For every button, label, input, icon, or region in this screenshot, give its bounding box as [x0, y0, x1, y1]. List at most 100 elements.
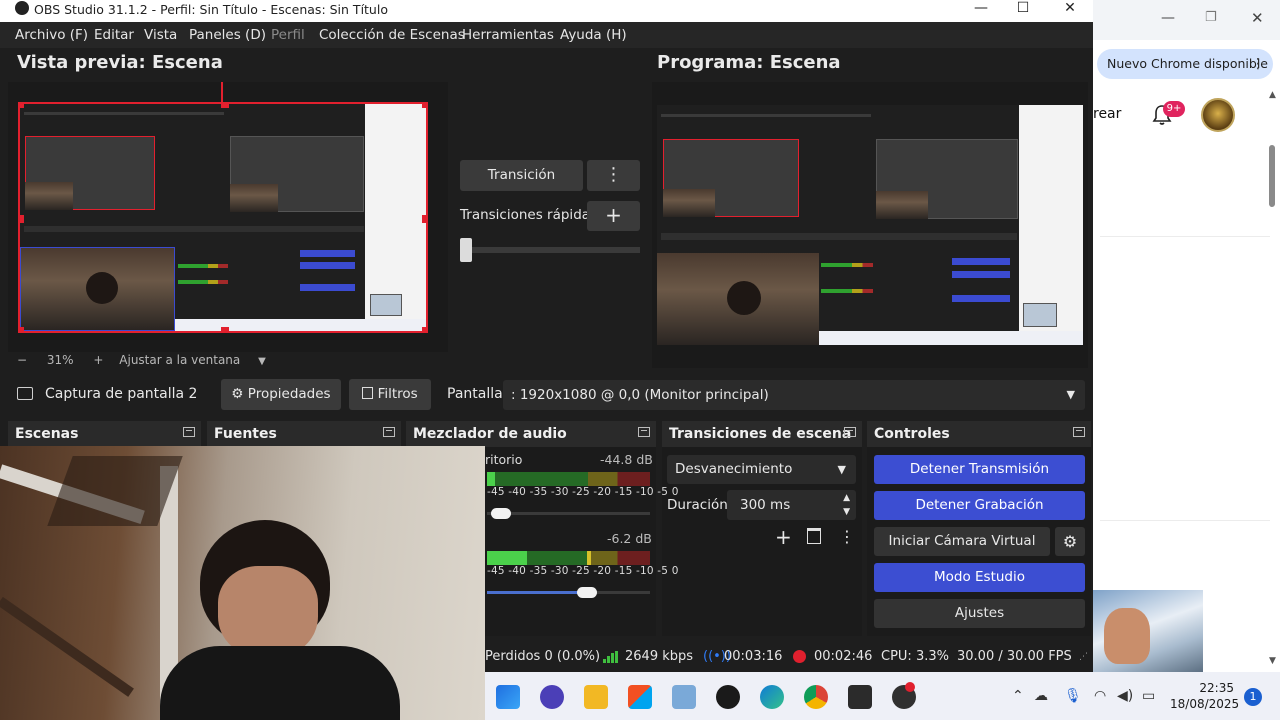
- volume-slider-knob[interactable]: [491, 508, 512, 519]
- edge-icon[interactable]: [760, 685, 784, 709]
- audio-peak-hold: [587, 551, 591, 565]
- cloud-icon[interactable]: ☁: [1034, 688, 1048, 704]
- chrome-create-button[interactable]: rear: [1093, 106, 1121, 122]
- avatar[interactable]: [1201, 98, 1235, 132]
- zoom-in-button[interactable]: +: [93, 353, 103, 367]
- start-virtual-camera-button[interactable]: Iniciar Cámara Virtual: [874, 527, 1050, 556]
- capcut-icon[interactable]: [848, 685, 872, 709]
- resize-handle[interactable]: [221, 327, 229, 331]
- resize-grip-icon[interactable]: ⋰: [1079, 652, 1088, 662]
- app-icon[interactable]: [672, 685, 696, 709]
- menu-editar[interactable]: Editar: [94, 27, 134, 43]
- resize-handle[interactable]: [20, 327, 24, 331]
- resize-handle[interactable]: [422, 215, 426, 223]
- chat-app-icon[interactable]: [540, 685, 564, 709]
- chrome-more-icon[interactable]: ⋮: [1251, 49, 1265, 79]
- menu-paneles[interactable]: Paneles (D): [189, 27, 266, 43]
- dock-header: Mezclador de audio: [406, 421, 656, 447]
- volume-slider-knob[interactable]: [577, 587, 598, 598]
- chrome-scroll-thumb[interactable]: [1269, 145, 1275, 207]
- transition-button[interactable]: Transición: [460, 160, 583, 191]
- settings-button[interactable]: Ajustes: [874, 599, 1085, 628]
- transition-type-select[interactable]: Desvanecimiento ▼: [667, 455, 856, 484]
- resize-handle[interactable]: [221, 104, 229, 108]
- chrome-icon[interactable]: [804, 685, 828, 709]
- transition-more-icon[interactable]: ⋮: [587, 160, 640, 191]
- undock-icon[interactable]: [638, 427, 650, 437]
- menu-herramientas[interactable]: Herramientas: [462, 27, 554, 43]
- undock-icon[interactable]: [1073, 427, 1085, 437]
- resize-handle[interactable]: [20, 104, 24, 108]
- person-face: [218, 566, 318, 658]
- minimize-button[interactable]: —: [958, 0, 1004, 20]
- close-button[interactable]: ✕: [1047, 0, 1093, 20]
- preview-canvas[interactable]: [18, 102, 428, 333]
- maximize-button[interactable]: ☐: [1000, 0, 1046, 20]
- mini-menu: [24, 112, 224, 115]
- more-options-icon[interactable]: ⋮: [839, 527, 855, 546]
- signal-icon: [603, 651, 619, 663]
- chrome-titlebar: — ❐ ✕: [1093, 0, 1280, 40]
- filters-button[interactable]: Filtros: [349, 379, 431, 410]
- undock-icon[interactable]: [383, 427, 395, 437]
- zoom-out-button[interactable]: −: [17, 353, 27, 367]
- menu-coleccion-escenas[interactable]: Colección de Escenas: [319, 27, 465, 43]
- virtual-camera-settings-gear-icon[interactable]: ⚙: [1055, 527, 1085, 556]
- chrome-restore-icon[interactable]: ❐: [1205, 10, 1217, 25]
- add-transition-icon[interactable]: +: [775, 525, 792, 549]
- studio-mode-button[interactable]: Modo Estudio: [874, 563, 1085, 592]
- duration-spinbox[interactable]: 300 ms ▲ ▼: [727, 490, 856, 520]
- windows-start-icon[interactable]: [496, 685, 520, 709]
- chrome-minimize-icon[interactable]: —: [1161, 10, 1175, 26]
- undock-icon[interactable]: [183, 427, 195, 437]
- wifi-icon[interactable]: ◠: [1094, 688, 1106, 704]
- resize-handle[interactable]: [422, 104, 426, 108]
- chevron-down-icon[interactable]: ▼: [258, 356, 266, 367]
- xbox-icon[interactable]: [716, 685, 740, 709]
- menu-ayuda[interactable]: Ayuda (H): [560, 27, 627, 43]
- audio-mixer-dock-title: Mezclador de audio: [413, 426, 567, 442]
- chevron-down-icon[interactable]: ▼: [843, 497, 850, 527]
- dock-header: Transiciones de escena: [662, 421, 862, 447]
- fit-to-window[interactable]: Ajustar a la ventana: [119, 353, 240, 367]
- obs-logo-icon: [15, 1, 29, 15]
- mini-button: [300, 262, 355, 269]
- microphone-icon[interactable]: 🎙: [1064, 688, 1082, 704]
- clock-time[interactable]: 22:35: [1196, 681, 1234, 695]
- scroll-up-icon[interactable]: ▲: [1269, 90, 1276, 100]
- audio-channel-name: ritorio: [485, 452, 523, 467]
- duration-value: 300 ms: [740, 497, 791, 513]
- volume-slider[interactable]: [487, 512, 650, 515]
- menu-vista[interactable]: Vista: [144, 27, 177, 43]
- notification-badge[interactable]: 1: [1244, 688, 1262, 706]
- chrome-close-icon[interactable]: ✕: [1251, 9, 1264, 27]
- cpu-usage: CPU: 3.3%: [881, 649, 949, 664]
- menu-archivo[interactable]: Archivo (F): [15, 27, 88, 43]
- resize-handle[interactable]: [20, 215, 24, 223]
- chrome-update-button[interactable]: Nuevo Chrome disponible ⋮: [1097, 49, 1273, 79]
- file-explorer-icon[interactable]: [584, 685, 608, 709]
- store-icon[interactable]: [628, 685, 652, 709]
- display-select-value: : 1920x1080 @ 0,0 (Monitor principal): [511, 387, 769, 403]
- transition-slider[interactable]: [460, 247, 640, 253]
- divider: [1100, 520, 1270, 521]
- battery-icon[interactable]: ▭: [1142, 688, 1155, 704]
- stop-recording-button[interactable]: Detener Grabación: [874, 491, 1085, 520]
- thumbnail-person: [1104, 608, 1150, 664]
- stop-streaming-button[interactable]: Detener Transmisión: [874, 455, 1085, 484]
- resize-handle[interactable]: [422, 327, 426, 331]
- speaker-icon[interactable]: ◀): [1117, 688, 1133, 704]
- gear-icon: ⚙: [231, 386, 244, 402]
- clock-date[interactable]: 18/08/2025: [1170, 697, 1239, 711]
- transition-slider-handle[interactable]: [460, 238, 472, 262]
- display-select[interactable]: : 1920x1080 @ 0,0 (Monitor principal) ▼: [503, 380, 1085, 410]
- undock-icon[interactable]: [844, 427, 856, 437]
- properties-button[interactable]: ⚙ Propiedades: [221, 379, 341, 410]
- menu-perfil[interactable]: Perfil: [271, 27, 305, 43]
- duration-label: Duración: [667, 497, 728, 513]
- chevron-up-icon[interactable]: ⌃: [1012, 688, 1024, 704]
- program-title: Programa: Escena: [657, 52, 841, 73]
- scroll-down-icon[interactable]: ▼: [1269, 656, 1276, 666]
- trash-icon[interactable]: [807, 528, 821, 544]
- add-quick-transition-button[interactable]: +: [587, 201, 640, 231]
